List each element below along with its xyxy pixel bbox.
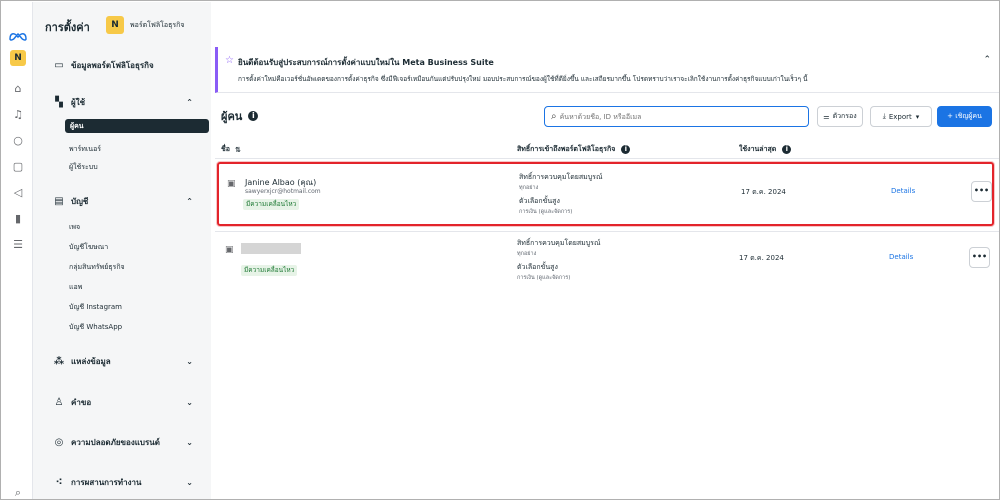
info-icon[interactable]: i — [248, 111, 259, 121]
info-icon[interactable]: i — [782, 145, 792, 154]
banner-body: การตั้งค่าใหม่คือเวอร์ชั่นอัพเดตของการตั… — [238, 75, 808, 83]
sidebar-item-asset-groups[interactable]: กลุ่มสินทรัพย์ธุรกิจ — [69, 262, 125, 273]
sidebar-item-instagram[interactable]: บัญชี Instagram — [69, 302, 122, 313]
redacted-name — [241, 243, 301, 254]
chevron-down-icon: ⌄ — [186, 357, 193, 366]
user-card-icon: ▣ — [227, 179, 236, 189]
filter-icon: ⚌ — [823, 112, 830, 121]
star-icon: ☆ — [225, 55, 234, 66]
person-add-icon: ♙ — [54, 396, 64, 408]
page-title: ผู้คน i — [221, 107, 259, 125]
more-options-button[interactable]: ••• — [971, 181, 992, 202]
invite-people-button[interactable]: + เชิญผู้คน — [937, 106, 992, 127]
permission-detail: การเงิน (ดูและจัดการ) — [519, 209, 573, 215]
menu-icon[interactable]: ☰ — [11, 238, 25, 252]
chevron-down-icon: ⌄ — [186, 478, 193, 487]
icon-rail: N ⌂ ♫ ○ ▢ ◁ ▮ ☰ ⌕ — [2, 2, 33, 499]
sidebar-item-pages[interactable]: เพจ — [69, 222, 80, 233]
sidebar-item-apps[interactable]: แอพ — [69, 282, 82, 293]
permission-detail: การเงิน (ดูและจัดการ) — [517, 275, 571, 281]
chat-icon[interactable]: ○ — [11, 134, 25, 148]
permission-title: ตัวเลือกขั้นสูง — [519, 197, 560, 205]
column-header-access: สิทธิ์การเข้าถึงพอร์ตโฟลิโอธุรกิจ i — [517, 144, 631, 155]
sidebar-item-system-users[interactable]: ผู้ใช้ระบบ — [69, 162, 98, 173]
chevron-up-icon[interactable]: ⌃ — [983, 55, 991, 65]
sidebar-section-accounts[interactable]: ▤ บัญชี ⌃ — [53, 195, 193, 208]
bell-icon[interactable]: ♫ — [11, 108, 25, 122]
chart-icon[interactable]: ▮ — [11, 212, 25, 226]
users-icon: ▚ — [55, 96, 63, 108]
sidebar-item-portfolio-info[interactable]: ▭ ข้อมูลพอร์ตโฟลิโอธุรกิจ — [53, 59, 193, 72]
details-link[interactable]: Details — [889, 253, 913, 261]
sidebar-section-users[interactable]: ▚ ผู้ใช้ ⌃ — [53, 96, 193, 109]
sidebar-item-people[interactable]: ผู้คน — [65, 119, 209, 133]
chevron-down-icon: ⌄ — [186, 438, 193, 447]
last-used-date: 17 ต.ค. 2024 — [739, 254, 784, 262]
user-email: sawyerxjcr@hotmail.com — [245, 188, 321, 195]
filter-button[interactable]: ⚌ ตัวกรอง — [817, 106, 863, 127]
sidebar-title: การตั้งค่า — [45, 21, 90, 34]
download-icon: ⤓ — [882, 112, 886, 120]
app-window: N ⌂ ♫ ○ ▢ ◁ ▮ ☰ ⌕ การตั้งค่า N พอร์ตโฟลิ… — [0, 0, 1000, 500]
table-row[interactable]: ▣ Janine Albao (คุณ) sawyerxjcr@hotmail.… — [217, 162, 994, 226]
column-header-name[interactable]: ชื่อ ⇅ — [221, 144, 241, 155]
caret-down-icon: ▾ — [915, 112, 920, 121]
search-field[interactable] — [559, 112, 790, 121]
account-avatar[interactable]: N — [10, 50, 26, 66]
account-switcher[interactable]: N พอร์ตโฟลิโอธุรกิจ — [106, 13, 224, 37]
more-options-button[interactable]: ••• — [969, 247, 990, 268]
details-link[interactable]: Details — [891, 187, 915, 195]
column-header-last-used: ใช้งานล่าสุด i — [739, 144, 792, 155]
meta-logo-icon[interactable] — [8, 30, 28, 42]
shield-icon: ◎ — [54, 436, 64, 448]
permission-title: สิทธิ์การควบคุมโดยสมบูรณ์ — [517, 239, 601, 247]
last-used-date: 17 ต.ค. 2024 — [741, 188, 786, 196]
sidebar-item-partners[interactable]: พาร์ทเนอร์ — [69, 144, 101, 155]
data-sources-icon: ⁂ — [53, 355, 65, 367]
sidebar-item-ad-accounts[interactable]: บัญชีโฆษณา — [69, 242, 108, 253]
home-icon[interactable]: ⌂ — [11, 82, 25, 96]
account-name: พอร์ตโฟลิโอธุรกิจ — [130, 20, 185, 29]
welcome-banner: ☆ ยินดีต้อนรับสู่ประสบการณ์การตั้งค่าแบบ… — [215, 47, 999, 93]
settings-sidebar: การตั้งค่า N พอร์ตโฟลิโอธุรกิจ ▭ ข้อมูลพ… — [33, 2, 211, 499]
megaphone-icon[interactable]: ◁ — [11, 186, 25, 200]
permission-title: ตัวเลือกขั้นสูง — [517, 263, 558, 271]
banner-title: ยินดีต้อนรับสู่ประสบการณ์การตั้งค่าแบบให… — [238, 58, 494, 67]
permission-title: สิทธิ์การควบคุมโดยสมบูรณ์ — [519, 173, 603, 181]
integrations-icon: ⁖ — [55, 476, 63, 488]
search-icon: ⌕ — [551, 111, 557, 122]
sidebar-section-requests[interactable]: ♙ คำขอ ⌄ — [53, 396, 193, 409]
main-content: ☆ ยินดีต้อนรับสู่ประสบการณ์การตั้งค่าแบบ… — [211, 2, 999, 499]
status-badge: มีความเคลื่อนไหว — [241, 265, 298, 276]
briefcase-icon: ▭ — [54, 59, 64, 71]
table-row[interactable]: ▣ มีความเคลื่อนไหว สิทธิ์การควบคุมโดยสมบ… — [217, 230, 994, 294]
export-button[interactable]: ⤓ Export ▾ — [870, 106, 932, 127]
accounts-icon: ▤ — [54, 195, 64, 207]
sidebar-item-whatsapp[interactable]: บัญชี WhatsApp — [69, 322, 122, 333]
sidebar-section-integrations[interactable]: ⁖ การผสานการทำงาน ⌄ — [53, 476, 193, 489]
permission-detail: ทุกอย่าง — [517, 251, 537, 257]
user-card-icon: ▣ — [225, 245, 234, 255]
divider — [215, 158, 999, 159]
sort-icon: ⇅ — [234, 145, 241, 154]
sidebar-section-data-sources[interactable]: ⁂ แหล่งข้อมูล ⌄ — [53, 355, 193, 368]
info-icon[interactable]: i — [621, 145, 631, 154]
permission-detail: ทุกอย่าง — [519, 185, 539, 191]
pages-icon[interactable]: ▢ — [11, 160, 25, 174]
status-badge: มีความเคลื่อนไหว — [243, 199, 300, 210]
sidebar-section-brand-safety[interactable]: ◎ ความปลอดภัยของแบรนด์ ⌄ — [53, 436, 193, 449]
search-icon[interactable]: ⌕ — [11, 486, 25, 499]
chevron-up-icon: ⌃ — [186, 98, 193, 107]
search-input[interactable]: ⌕ — [544, 106, 809, 127]
chevron-down-icon: ⌄ — [186, 398, 193, 407]
chevron-up-icon: ⌃ — [186, 197, 193, 206]
account-avatar: N — [106, 16, 124, 34]
